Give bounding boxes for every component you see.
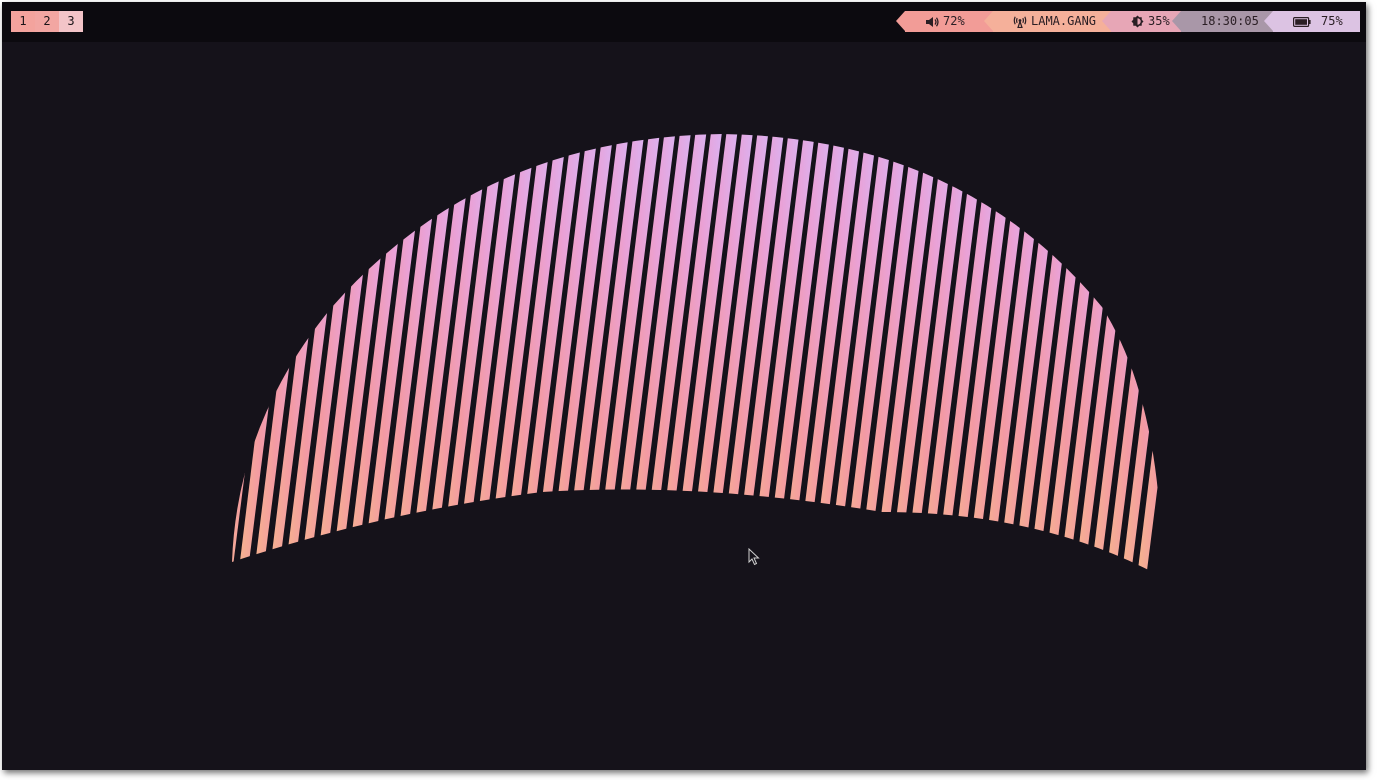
dome-stripe	[142, 112, 213, 602]
status-bar: 1 2 3 72% LAMA.GANG 35% 18:30:05 75%	[2, 2, 1366, 42]
wallpaper-dome-art	[142, 112, 1162, 602]
dome-stripe	[948, 134, 1019, 577]
dome-stripe	[1103, 134, 1162, 577]
dome-stripe	[158, 112, 229, 602]
brightness-value: 35%	[1148, 14, 1170, 28]
dome-stripe	[1118, 134, 1162, 577]
brightness-module[interactable]: 35%	[1102, 11, 1181, 32]
status-modules: 72% LAMA.GANG 35% 18:30:05 75%	[896, 11, 1360, 32]
dome-stripes	[142, 112, 1162, 602]
battery-module[interactable]: 75%	[1264, 11, 1360, 32]
dome-stripe	[421, 134, 492, 577]
dome-stripe	[963, 134, 1035, 577]
dome-stripe	[297, 134, 368, 577]
network-name: LAMA.GANG	[1031, 14, 1097, 28]
dome-stripe	[390, 134, 461, 577]
battery-icon	[1293, 16, 1311, 27]
dome-stripe	[405, 134, 477, 577]
dome-stripe	[232, 134, 244, 577]
dome-stripe	[436, 134, 508, 577]
dome-stripe	[1134, 134, 1162, 577]
dome-stripe	[328, 134, 399, 577]
volume-value: 72%	[943, 14, 965, 28]
dome-stripe	[343, 134, 415, 577]
desktop: 1 2 3 72% LAMA.GANG 35% 18:30:05 75%	[2, 2, 1366, 770]
workspace-switcher: 1 2 3	[11, 11, 83, 32]
mouse-cursor-icon	[748, 547, 760, 570]
workspace-3-button[interactable]: 3	[59, 11, 83, 32]
workspace-1-button[interactable]: 1	[11, 11, 35, 32]
volume-module[interactable]: 72%	[896, 11, 993, 32]
clock-time: 18:30:05	[1201, 14, 1259, 28]
network-module[interactable]: LAMA.GANG	[984, 11, 1111, 32]
dome-stripe	[312, 134, 384, 577]
speaker-icon	[925, 16, 939, 28]
dome-stripe	[359, 134, 430, 577]
battery-value: 75%	[1321, 14, 1343, 28]
dome-stripe	[452, 134, 523, 577]
workspace-2-button[interactable]: 2	[35, 11, 59, 32]
dome-stripe	[374, 134, 446, 577]
wifi-antenna-icon	[1013, 16, 1027, 28]
brightness-icon	[1131, 15, 1144, 28]
clock-module[interactable]: 18:30:05	[1172, 11, 1273, 32]
